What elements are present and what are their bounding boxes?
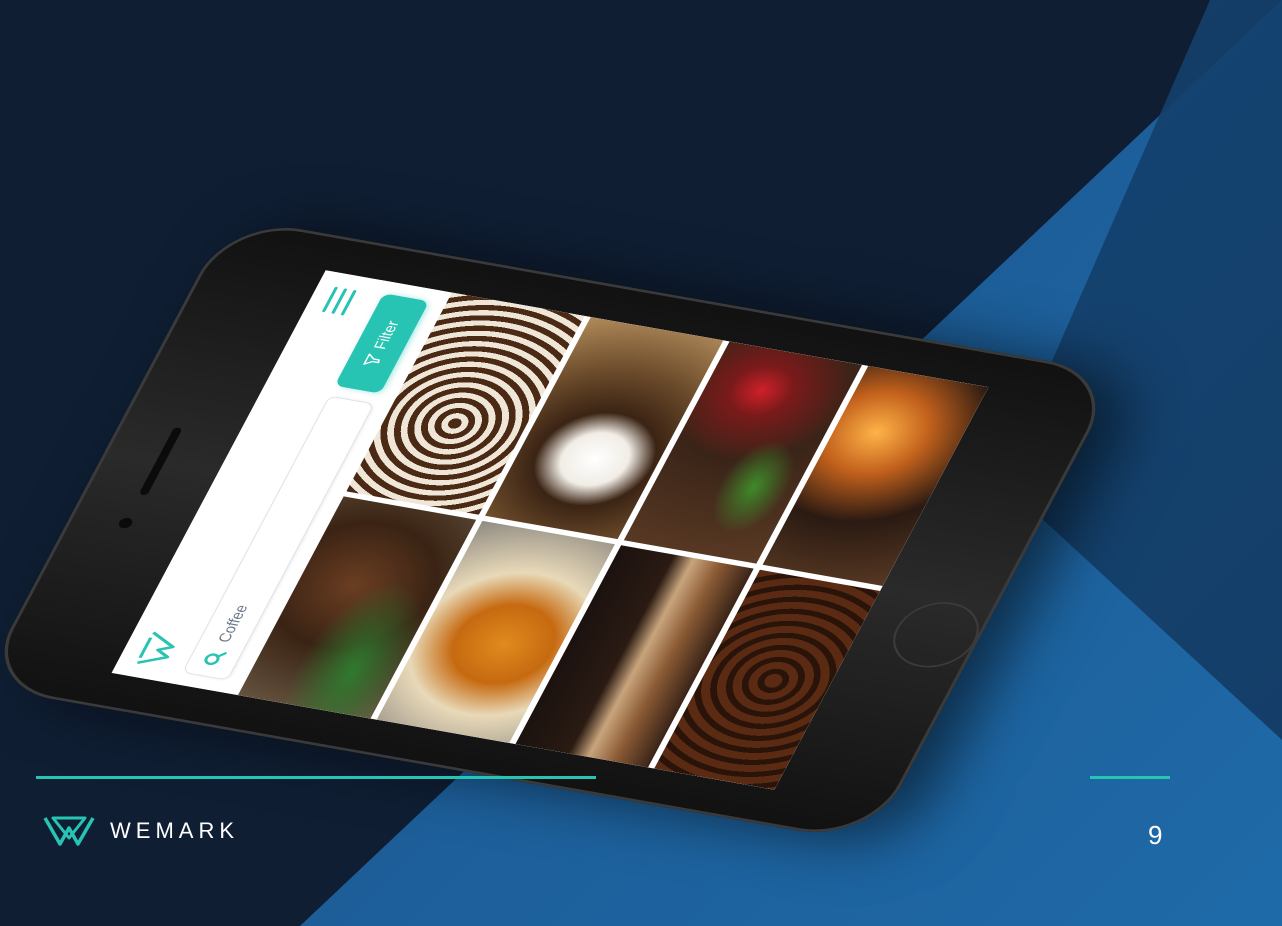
brand-name: WEMARK (110, 818, 239, 843)
filter-label: Filter (370, 319, 403, 351)
wemark-logo-icon (43, 816, 95, 846)
wemark-logo-icon[interactable] (132, 630, 188, 670)
filter-funnel-icon (363, 353, 380, 365)
page-number: 9 (1148, 820, 1163, 850)
search-icon (204, 652, 227, 666)
divider-line-left (36, 776, 596, 779)
search-value: Coffee (214, 603, 252, 644)
phone-device: Coffee Filter (0, 216, 1121, 844)
footer-brand: WEMARK (42, 814, 239, 848)
divider-line-right (1090, 776, 1170, 779)
hamburger-menu-icon[interactable] (321, 286, 358, 316)
phone-mockup: Coffee Filter (0, 60, 1282, 860)
